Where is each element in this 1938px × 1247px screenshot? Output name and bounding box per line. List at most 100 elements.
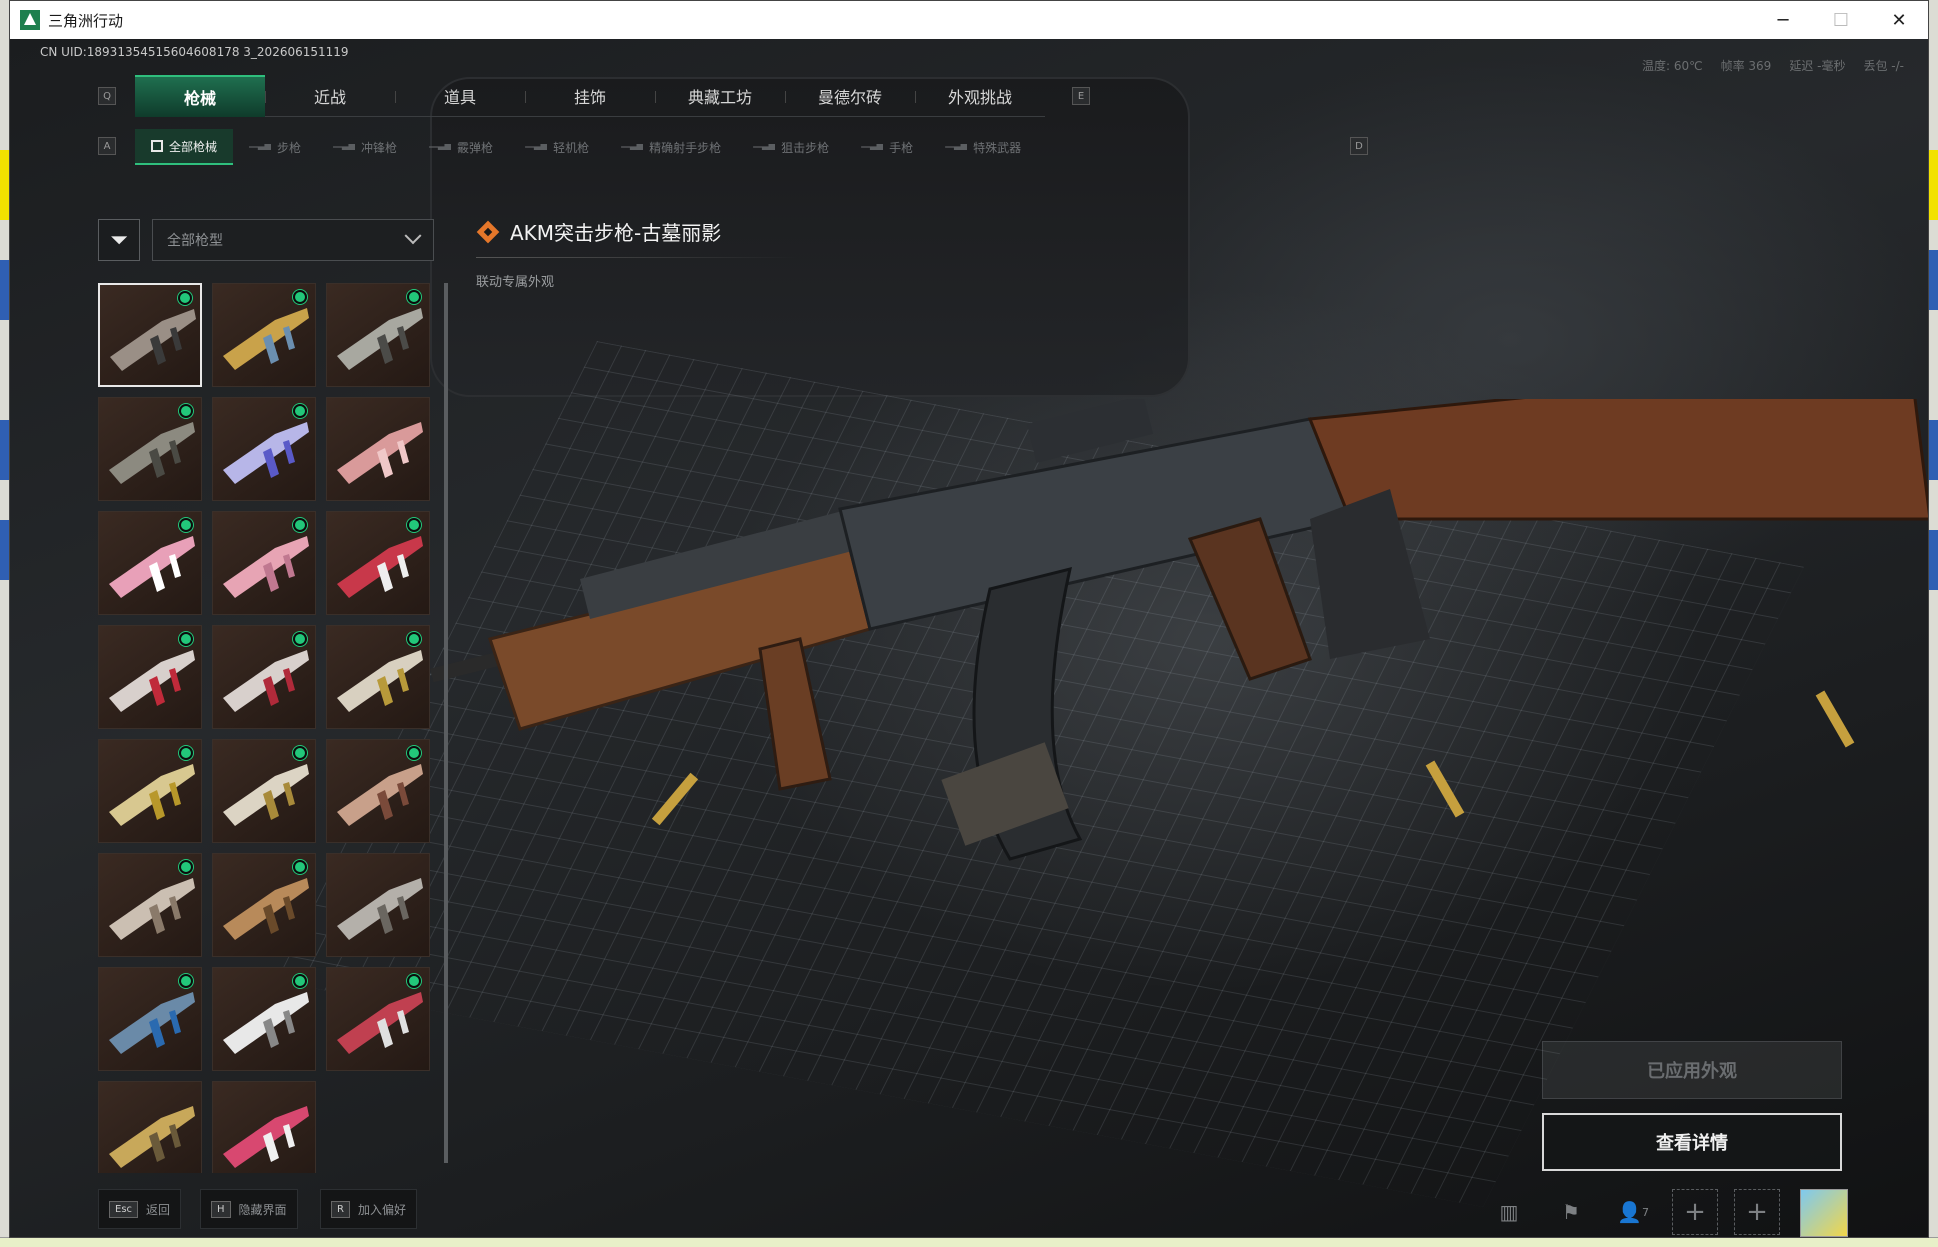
dropdown-value: 全部枪型 (167, 233, 223, 249)
skin-tile[interactable] (326, 511, 430, 615)
tab-2[interactable]: 道具 (395, 75, 525, 117)
skin-thumbnail (110, 309, 196, 371)
fps-stat: 帧率 369 (1720, 59, 1772, 73)
tab-0[interactable]: 枪械 (135, 75, 265, 117)
skin-tile[interactable] (98, 625, 202, 729)
subtab-0[interactable]: 全部枪械 (135, 129, 234, 165)
skin-tile[interactable] (326, 739, 430, 843)
subtab-next-key[interactable]: D (1350, 137, 1368, 155)
skin-tile[interactable] (98, 397, 202, 501)
owned-indicator-icon (179, 746, 193, 760)
weapon-preview[interactable] (430, 399, 1928, 1099)
skin-thumbnail (337, 422, 423, 484)
gun-icon (621, 144, 644, 150)
subtab-1[interactable]: 步枪 (233, 129, 317, 165)
skin-tile[interactable] (98, 967, 202, 1071)
add-slot-button[interactable]: + (1672, 1189, 1718, 1235)
skin-tile[interactable] (326, 853, 430, 957)
desktop-strip (1928, 530, 1938, 590)
back-label: 返回 (146, 1202, 171, 1217)
skin-thumbnail (337, 308, 423, 370)
packet-loss-stat: 丢包 -/- (1863, 59, 1904, 73)
tab-6[interactable]: 外观挑战 (915, 75, 1045, 117)
subtab-3[interactable]: 霰弹枪 (413, 129, 509, 165)
subtab-4[interactable]: 轻机枪 (509, 129, 605, 165)
back-hint[interactable]: Esc 返回 (98, 1189, 182, 1229)
skin-thumbnail (337, 878, 423, 940)
tab-5[interactable]: 曼德尔砖 (785, 75, 915, 117)
tab-next-key[interactable]: E (1072, 87, 1090, 105)
skin-tile[interactable] (326, 397, 430, 501)
skin-tile[interactable] (326, 625, 430, 729)
gun-icon (249, 144, 272, 150)
gun-icon (333, 144, 356, 150)
desktop-strip (1928, 250, 1938, 310)
skin-tile[interactable] (212, 967, 316, 1071)
window-title: 三角洲行动 (48, 11, 124, 30)
owned-indicator-icon (178, 291, 192, 305)
tab-prev-key[interactable]: Q (98, 87, 116, 105)
skin-tile[interactable] (212, 283, 316, 387)
view-details-button[interactable]: 查看详情 (1542, 1113, 1842, 1171)
skin-thumbnail (337, 764, 423, 826)
owned-indicator-icon (293, 632, 307, 646)
flag-icon[interactable]: ⚑ (1548, 1189, 1594, 1235)
weapon-type-tabs: 全部枪械 步枪 冲锋枪 霰弹枪 轻机枪 精确射手步枪 狙击步枪 手枪 特殊武器 (135, 129, 1037, 165)
subtab-prev-key[interactable]: A (98, 137, 116, 155)
bar-chart-icon[interactable]: ▥ (1486, 1189, 1532, 1235)
subtab-label: 轻机枪 (553, 140, 590, 155)
title-divider (476, 257, 796, 258)
title-bar: 三角洲行动 ─ ☐ ✕ (10, 1, 1928, 39)
skin-tile[interactable] (98, 1081, 202, 1173)
subtab-2[interactable]: 冲锋枪 (317, 129, 413, 165)
close-button[interactable]: ✕ (1870, 1, 1928, 39)
weapon-type-dropdown[interactable]: 全部枪型 (152, 219, 434, 261)
skin-tile[interactable] (98, 283, 202, 387)
owned-indicator-icon (179, 632, 193, 646)
skin-tile[interactable] (98, 511, 202, 615)
skin-thumbnail (109, 650, 195, 712)
subtab-7[interactable]: 手枪 (845, 129, 929, 165)
subtab-6[interactable]: 狙击步枪 (737, 129, 845, 165)
skin-grid-scrollbar[interactable] (444, 283, 448, 1163)
favorite-hint[interactable]: R 加入偏好 (320, 1189, 417, 1229)
tab-1[interactable]: 近战 (265, 75, 395, 117)
filter-button[interactable]: ⏷ (98, 219, 140, 261)
hide-ui-hint[interactable]: H 隐藏界面 (200, 1189, 298, 1229)
minimize-button[interactable]: ─ (1754, 1, 1812, 39)
skin-tile[interactable] (212, 511, 316, 615)
skin-thumbnail (337, 650, 423, 712)
skin-tile[interactable] (212, 739, 316, 843)
tab-3[interactable]: 挂饰 (525, 75, 655, 117)
add-slot-button[interactable]: + (1734, 1189, 1780, 1235)
skin-tile[interactable] (98, 739, 202, 843)
maximize-button[interactable]: ☐ (1812, 1, 1870, 39)
latency-stat: 延迟 -毫秒 (1789, 59, 1846, 73)
weapon-subtitle: 联动专属外观 (476, 275, 555, 290)
skin-tile[interactable] (212, 1081, 316, 1173)
friends-button[interactable]: 👤 7 (1610, 1189, 1656, 1235)
gun-icon (861, 144, 884, 150)
owned-indicator-icon (293, 746, 307, 760)
avatar[interactable] (1800, 1189, 1848, 1237)
tab-4[interactable]: 典藏工坊 (655, 75, 785, 117)
subtab-label: 特殊武器 (973, 140, 1022, 155)
r-key: R (331, 1200, 350, 1218)
skin-tile[interactable] (212, 625, 316, 729)
skin-tile[interactable] (326, 283, 430, 387)
category-tabs: 枪械 近战 道具 挂饰 典藏工坊 曼德尔砖 外观挑战 (135, 75, 1045, 117)
skin-tile[interactable] (212, 397, 316, 501)
skin-tile[interactable] (212, 853, 316, 957)
skin-tile[interactable] (326, 967, 430, 1071)
weapon-foregrip (758, 637, 832, 791)
skin-thumbnail (109, 422, 195, 484)
owned-indicator-icon (179, 518, 193, 532)
skin-thumbnail (337, 992, 423, 1054)
subtab-8[interactable]: 特殊武器 (929, 129, 1037, 165)
owned-indicator-icon (293, 290, 307, 304)
gun-icon (753, 144, 776, 150)
skin-tile[interactable] (98, 853, 202, 957)
subtab-5[interactable]: 精确射手步枪 (605, 129, 737, 165)
skin-thumbnail (109, 1106, 195, 1168)
hide-ui-label: 隐藏界面 (238, 1202, 287, 1217)
